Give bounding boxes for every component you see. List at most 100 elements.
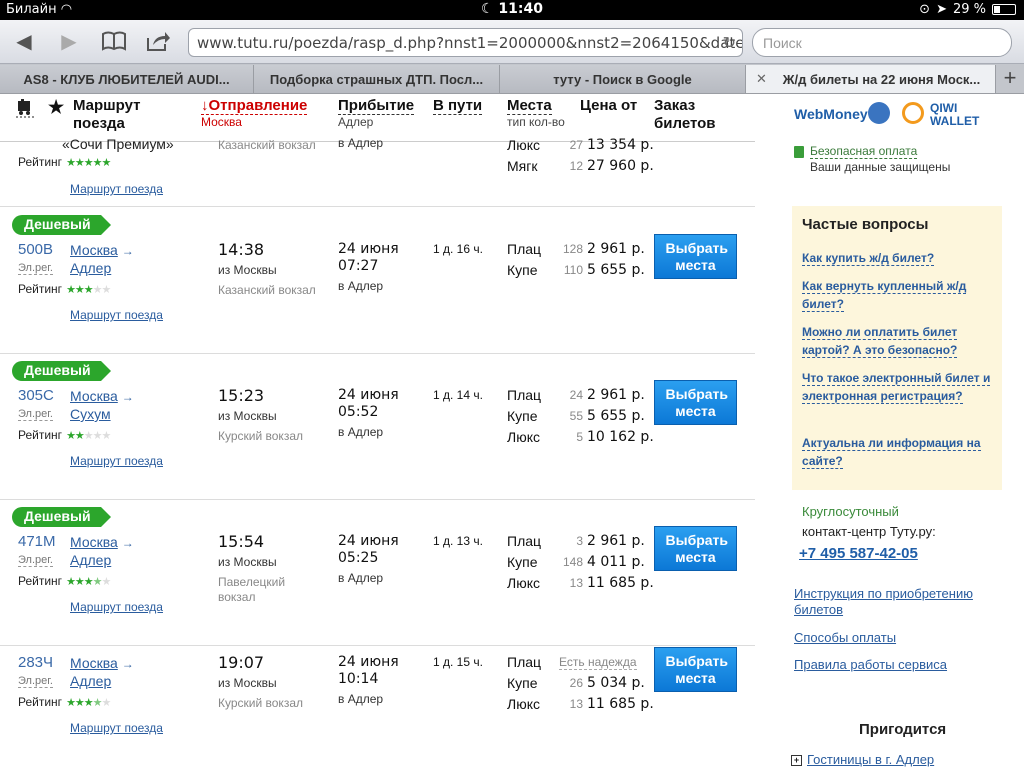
- col-duration[interactable]: В пути: [433, 97, 483, 115]
- seat-type: Плац: [507, 533, 542, 549]
- e-registration-label[interactable]: Эл.рег.: [18, 554, 53, 567]
- route-from-link[interactable]: Москва →: [70, 387, 134, 406]
- seat-price: 5 034 р.: [587, 675, 645, 691]
- seat-count: 5: [576, 430, 583, 444]
- arrival-date: 24 июня: [338, 654, 399, 670]
- e-registration-label[interactable]: Эл.рег.: [18, 408, 53, 421]
- arrow-right-icon: →: [121, 244, 134, 258]
- faq-title: Частые вопросы: [802, 216, 929, 233]
- seat-row: Люкс 27 13 354 р.: [507, 137, 654, 153]
- tab-tickets[interactable]: ✕ Ж/д билеты на 22 июня Моск...: [746, 65, 996, 93]
- phone-link[interactable]: +7 495 587-42-05: [799, 545, 918, 562]
- route-link[interactable]: Маршрут поезда: [70, 600, 163, 614]
- payment-methods-link[interactable]: Способы оплаты: [794, 630, 994, 646]
- departure-from: из Москвы: [218, 409, 277, 423]
- seat-type: Купе: [507, 262, 538, 278]
- select-seats-button[interactable]: Выбрать места: [654, 647, 737, 692]
- tab-bar: AS8 - КЛУБ ЛЮБИТЕЛЕЙ AUDI... Подборка ст…: [0, 64, 1024, 94]
- route-to-link[interactable]: Адлер: [70, 672, 111, 690]
- service-rules-link[interactable]: Правила работы сервиса: [794, 657, 994, 673]
- faq-item[interactable]: Можно ли оплатить билет картой? А это бе…: [802, 323, 992, 359]
- seat-type: Плац: [507, 241, 542, 257]
- tab-audi-club[interactable]: AS8 - КЛУБ ЛЮБИТЕЛЕЙ AUDI...: [0, 65, 254, 93]
- faq-item[interactable]: Что такое электронный билет и электронна…: [802, 369, 992, 405]
- col-price[interactable]: Цена от: [580, 97, 640, 114]
- route-link[interactable]: Маршрут поезда: [70, 308, 163, 322]
- e-registration-label[interactable]: Эл.рег.: [18, 675, 53, 688]
- webmoney-logo: WebMoney: [794, 106, 868, 122]
- close-tab-icon[interactable]: ✕: [756, 71, 767, 87]
- qiwi-logo: QIWI WALLET: [930, 101, 980, 128]
- secure-text: Ваши данные защищены: [810, 160, 951, 174]
- route-to-link[interactable]: Адлер: [70, 259, 111, 277]
- new-tab-plus-icon[interactable]: +: [996, 64, 1024, 94]
- cheap-badge: Дешевый: [12, 361, 111, 381]
- faq-item[interactable]: Актуальна ли информация на сайте?: [802, 434, 992, 470]
- e-registration-label[interactable]: Эл.рег.: [18, 262, 53, 275]
- webmoney-globe-icon: [868, 102, 890, 124]
- select-seats-button[interactable]: Выбрать места: [654, 234, 737, 279]
- route-link[interactable]: Маршрут поезда: [70, 454, 163, 468]
- route-from-link[interactable]: Москва →: [70, 241, 134, 260]
- seat-row: Плац 3 2 961 р.: [507, 533, 657, 553]
- tab-google-search[interactable]: туту - Поиск в Google: [500, 65, 746, 93]
- address-bar[interactable]: www.tutu.ru/poezda/rasp_d.php?nnst1=2000…: [188, 28, 743, 57]
- select-seats-button[interactable]: Выбрать места: [654, 380, 737, 425]
- seat-price: 2 961 р.: [587, 241, 645, 257]
- seat-type: Плац: [507, 654, 542, 670]
- useful-title: Пригодится: [859, 721, 947, 738]
- share-icon[interactable]: [145, 30, 170, 54]
- forward-arrow-icon[interactable]: ▶: [57, 30, 81, 54]
- search-field[interactable]: Поиск: [752, 28, 1012, 57]
- col-departure[interactable]: ↓Отправление Москва: [201, 97, 308, 129]
- route-from-link[interactable]: Москва →: [70, 654, 134, 673]
- arrow-right-icon: →: [121, 536, 134, 550]
- route-link[interactable]: Маршрут поезда: [70, 182, 163, 196]
- tab-dtp[interactable]: Подборка страшных ДТП. Посл...: [254, 65, 500, 93]
- train-number[interactable]: 471М: [18, 533, 56, 550]
- col-arrival[interactable]: Прибытие Адлер: [338, 97, 415, 129]
- instruction-link[interactable]: Инструкция по приобретению билетов: [794, 586, 994, 618]
- departure-from: из Москвы: [218, 263, 277, 277]
- train-number[interactable]: 283Ч: [18, 654, 53, 671]
- reload-icon[interactable]: ↻: [723, 33, 736, 52]
- route-to-link[interactable]: Адлер: [70, 551, 111, 569]
- departure-time: 15:54: [218, 532, 265, 551]
- row-divider: [0, 353, 755, 354]
- back-arrow-icon[interactable]: ◀: [12, 30, 36, 54]
- train-number[interactable]: 305С: [18, 387, 54, 404]
- train-number[interactable]: 500В: [18, 241, 53, 258]
- arrival-to: в Адлер: [338, 136, 384, 150]
- availability-note[interactable]: Есть надежда: [559, 655, 637, 670]
- row-divider: [0, 499, 755, 500]
- callcenter-label: Круглосуточный: [802, 504, 899, 519]
- browser-toolbar: ◀ ▶ www.tutu.ru/poezda/rasp_d.php?nnst1=…: [0, 20, 1024, 64]
- seat-count: 13: [569, 576, 583, 590]
- star-sort-icon[interactable]: ★: [48, 97, 64, 118]
- hotels-link[interactable]: Гостиницы в г. Адлер: [807, 752, 934, 767]
- departure-time: 15:23: [218, 386, 265, 405]
- train-name: «Сочи Премиум»: [62, 136, 174, 152]
- secure-payment-link[interactable]: Безопасная оплата: [810, 144, 918, 159]
- seat-count: 148: [562, 555, 583, 569]
- arrow-right-icon: →: [121, 390, 134, 404]
- faq-item[interactable]: Как купить ж/д билет?: [802, 249, 992, 267]
- seat-type: Купе: [507, 554, 538, 570]
- route-from-link[interactable]: Москва →: [70, 533, 134, 552]
- select-seats-button[interactable]: Выбрать места: [654, 526, 737, 571]
- faq-item[interactable]: Как вернуть купленный ж/д билет?: [802, 277, 992, 313]
- arrival-date: 24 июня: [338, 533, 399, 549]
- travel-duration: 1 д. 14 ч.: [433, 388, 483, 402]
- seat-price: 5 655 р.: [587, 262, 645, 278]
- seat-row: Люкс 13 11 685 р.: [507, 575, 657, 595]
- rating-stars: ★★★★★: [66, 430, 111, 442]
- sidebar: WebMoney QIWI WALLET Безопасная оплата В…: [770, 94, 1024, 768]
- bookmarks-book-icon[interactable]: [101, 30, 126, 54]
- route-to-link[interactable]: Сухум: [70, 405, 111, 423]
- seat-price: 4 011 р.: [587, 554, 645, 570]
- expand-plus-icon[interactable]: +: [791, 755, 802, 766]
- battery-icon: [992, 4, 1016, 15]
- col-seats[interactable]: Места тип кол-во: [507, 97, 565, 129]
- route-link[interactable]: Маршрут поезда: [70, 721, 163, 735]
- seat-type: Люкс: [507, 429, 540, 445]
